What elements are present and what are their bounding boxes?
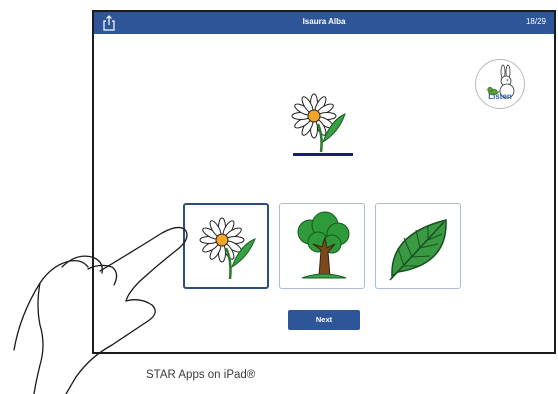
prompt-underline: [293, 153, 353, 156]
choice-card-tree[interactable]: [279, 203, 365, 289]
student-name: Isaura Alba: [302, 17, 346, 26]
next-button[interactable]: Next: [288, 310, 360, 330]
tree-icon: [297, 211, 350, 279]
listen-button[interactable]: Listen: [475, 59, 525, 109]
pointing-hand-illustration: [13, 226, 188, 394]
choice-card-leaf[interactable]: [375, 203, 461, 289]
daisy-flower-icon: [291, 93, 346, 153]
leaf-icon: [389, 219, 447, 281]
progress-counter: 18/29: [525, 17, 546, 26]
top-bar: Isaura Alba 18/29: [94, 12, 554, 34]
listen-label: Listen: [488, 92, 512, 101]
caption-text: STAR Apps on iPad®: [146, 369, 256, 381]
